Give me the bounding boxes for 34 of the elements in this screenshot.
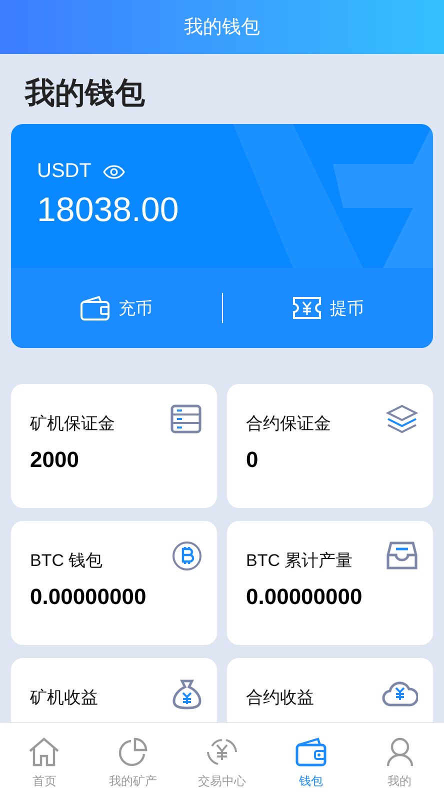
bitcoin-icon: [172, 541, 202, 571]
stat-label: BTC 累计产量: [246, 550, 353, 572]
page-title: 我的钱包: [25, 76, 146, 112]
stat-value: 2000: [30, 447, 79, 473]
stat-value: 0.00000000: [246, 584, 362, 610]
withdraw-button[interactable]: 提币: [222, 295, 433, 321]
stat-label: BTC 钱包: [30, 550, 103, 572]
header-title: 我的钱包: [184, 16, 260, 40]
wallet-icon: [80, 295, 110, 321]
stat-label: 矿机收益: [30, 687, 98, 709]
tab-item[interactable]: 首页: [0, 723, 89, 799]
ticket-icon: [292, 295, 322, 321]
wallet-icon: [294, 737, 327, 767]
layers-icon: [386, 404, 418, 434]
stat-value: 0: [246, 447, 258, 473]
money-bag-icon: [172, 678, 202, 710]
currency-label: USDT: [37, 160, 92, 183]
pie-chart-icon: [118, 737, 148, 767]
server-icon: [170, 404, 202, 434]
tab-item[interactable]: 钱包: [266, 723, 356, 799]
stat-label: 合约保证金: [246, 413, 331, 435]
currency-exchange-icon: [206, 737, 238, 767]
stat-label: 矿机保证金: [30, 413, 115, 435]
tab-item[interactable]: 我的矿产: [88, 723, 178, 799]
home-icon: [28, 737, 60, 767]
stat-label: 合约收益: [246, 687, 314, 709]
balance-amount: 18038.00: [37, 191, 180, 230]
eye-icon[interactable]: [103, 164, 126, 178]
stat-value: 0.00000000: [30, 584, 146, 610]
tab-item[interactable]: 我的: [355, 723, 444, 799]
inbox-icon: [386, 541, 418, 571]
deposit-button[interactable]: 充币: [11, 295, 222, 321]
user-icon: [384, 737, 415, 767]
tab-item[interactable]: 交易中心: [178, 723, 266, 799]
